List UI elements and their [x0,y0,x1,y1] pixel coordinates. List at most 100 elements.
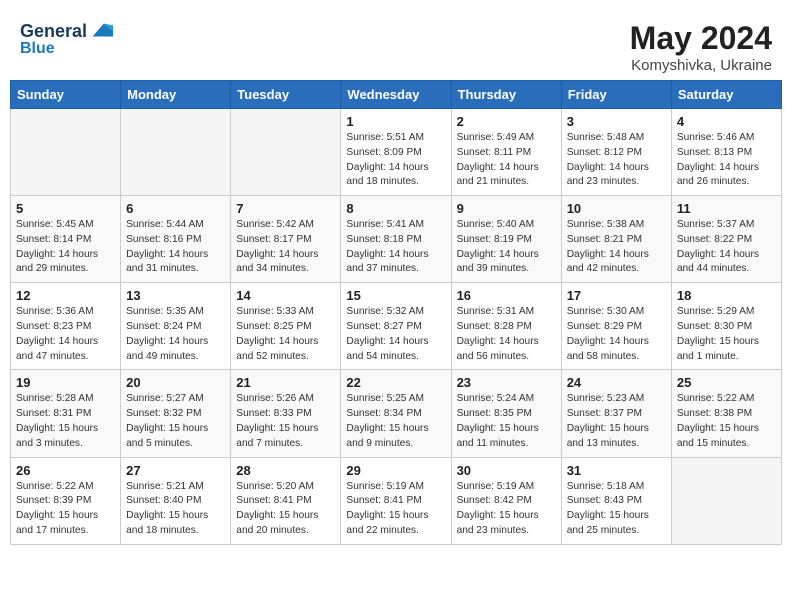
calendar-cell-w5-d4: 29Sunrise: 5:19 AM Sunset: 8:41 PM Dayli… [341,457,451,544]
calendar-cell-w5-d7 [671,457,781,544]
day-number: 19 [16,375,115,390]
calendar-cell-w4-d7: 25Sunrise: 5:22 AM Sunset: 8:38 PM Dayli… [671,370,781,457]
logo-icon [87,16,115,44]
day-info: Sunrise: 5:36 AM Sunset: 8:23 PM Dayligh… [16,305,115,364]
day-number: 9 [457,201,556,216]
day-number: 12 [16,288,115,303]
calendar-cell-w1-d7: 4Sunrise: 5:46 AM Sunset: 8:13 PM Daylig… [671,109,781,196]
day-info: Sunrise: 5:44 AM Sunset: 8:16 PM Dayligh… [126,218,225,277]
calendar-cell-w3-d5: 16 Sunrise: 5:31 AM Sunset: 8:28 PM Dayli… [451,283,561,370]
month-year-title: May 2024 [630,20,772,57]
day-number: 13 [126,288,225,303]
calendar-cell-w2-d5: 9 Sunrise: 5:40 AM Sunset: 8:19 PM Daylig… [451,196,561,283]
calendar-cell-w5-d5: 30 Sunrise: 5:19 AM Sunset: 8:42 PM Dayli… [451,457,561,544]
day-info: Sunrise: 5:40 AM Sunset: 8:19 PM Dayligh… [457,218,556,277]
calendar-cell-w4-d1: 19Sunrise: 5:28 AM Sunset: 8:31 PM Dayli… [11,370,121,457]
calendar-cell-w2-d3: 7Sunrise: 5:42 AM Sunset: 8:17 PM Daylig… [231,196,341,283]
day-number: 7 [236,201,335,216]
day-number: 15 [346,288,445,303]
day-number: 30 [457,463,556,478]
calendar-week-2: 5 Sunrise: 5:45 AM Sunset: 8:14 PM Daylig… [11,196,782,283]
day-info: Sunrise: 5:18 AM Sunset: 8:43 PM Dayligh… [567,480,666,539]
calendar-cell-w2-d7: 11Sunrise: 5:37 AM Sunset: 8:22 PM Dayli… [671,196,781,283]
day-info: Sunrise: 5:33 AM Sunset: 8:25 PM Dayligh… [236,305,335,364]
calendar-cell-w1-d1 [11,109,121,196]
day-info: Sunrise: 5:27 AM Sunset: 8:32 PM Dayligh… [126,392,225,451]
day-info: Sunrise: 5:22 AM Sunset: 8:38 PM Dayligh… [677,392,776,451]
logo-text-blue: Blue [20,40,55,58]
calendar-cell-w4-d3: 21 Sunrise: 5:26 AM Sunset: 8:33 PM Dayli… [231,370,341,457]
calendar-cell-w5-d3: 28 Sunrise: 5:20 AM Sunset: 8:41 PM Dayli… [231,457,341,544]
calendar-week-5: 26 Sunrise: 5:22 AM Sunset: 8:39 PM Dayli… [11,457,782,544]
calendar-header-row: Sunday Monday Tuesday Wednesday Thursday… [11,81,782,109]
day-info: Sunrise: 5:48 AM Sunset: 8:12 PM Dayligh… [567,131,666,190]
calendar-cell-w1-d6: 3 Sunrise: 5:48 AM Sunset: 8:12 PM Daylig… [561,109,671,196]
day-number: 4 [677,114,776,129]
header: General Blue May 2024 Komyshivka, Ukrain… [10,10,782,80]
day-number: 17 [567,288,666,303]
title-block: May 2024 Komyshivka, Ukraine [630,20,772,74]
day-number: 1 [346,114,445,129]
day-number: 18 [677,288,776,303]
day-info: Sunrise: 5:21 AM Sunset: 8:40 PM Dayligh… [126,480,225,539]
day-number: 3 [567,114,666,129]
day-info: Sunrise: 5:37 AM Sunset: 8:22 PM Dayligh… [677,218,776,277]
col-monday: Monday [121,81,231,109]
day-number: 27 [126,463,225,478]
calendar-cell-w3-d6: 17 Sunrise: 5:30 AM Sunset: 8:29 PM Dayli… [561,283,671,370]
day-info: Sunrise: 5:24 AM Sunset: 8:35 PM Dayligh… [457,392,556,451]
col-sunday: Sunday [11,81,121,109]
calendar-cell-w2-d4: 8 Sunrise: 5:41 AM Sunset: 8:18 PM Daylig… [341,196,451,283]
day-number: 6 [126,201,225,216]
day-info: Sunrise: 5:19 AM Sunset: 8:42 PM Dayligh… [457,480,556,539]
day-info: Sunrise: 5:22 AM Sunset: 8:39 PM Dayligh… [16,480,115,539]
day-info: Sunrise: 5:31 AM Sunset: 8:28 PM Dayligh… [457,305,556,364]
day-number: 26 [16,463,115,478]
day-info: Sunrise: 5:25 AM Sunset: 8:34 PM Dayligh… [346,392,445,451]
day-info: Sunrise: 5:38 AM Sunset: 8:21 PM Dayligh… [567,218,666,277]
col-friday: Friday [561,81,671,109]
calendar-week-1: 1 Sunrise: 5:51 AM Sunset: 8:09 PM Daylig… [11,109,782,196]
day-info: Sunrise: 5:30 AM Sunset: 8:29 PM Dayligh… [567,305,666,364]
calendar-cell-w5-d2: 27 Sunrise: 5:21 AM Sunset: 8:40 PM Dayli… [121,457,231,544]
calendar-table: Sunday Monday Tuesday Wednesday Thursday… [10,80,782,545]
calendar-cell-w3-d3: 14 Sunrise: 5:33 AM Sunset: 8:25 PM Dayli… [231,283,341,370]
calendar-cell-w2-d6: 10Sunrise: 5:38 AM Sunset: 8:21 PM Dayli… [561,196,671,283]
day-info: Sunrise: 5:26 AM Sunset: 8:33 PM Dayligh… [236,392,335,451]
calendar-cell-w2-d2: 6 Sunrise: 5:44 AM Sunset: 8:16 PM Daylig… [121,196,231,283]
day-info: Sunrise: 5:51 AM Sunset: 8:09 PM Dayligh… [346,131,445,190]
day-number: 28 [236,463,335,478]
logo-text-general: General [20,22,87,42]
day-number: 24 [567,375,666,390]
col-thursday: Thursday [451,81,561,109]
day-info: Sunrise: 5:35 AM Sunset: 8:24 PM Dayligh… [126,305,225,364]
calendar-cell-w5-d6: 31 Sunrise: 5:18 AM Sunset: 8:43 PM Dayli… [561,457,671,544]
day-number: 22 [346,375,445,390]
day-number: 23 [457,375,556,390]
day-number: 16 [457,288,556,303]
page-container: General Blue May 2024 Komyshivka, Ukrain… [10,10,782,545]
day-number: 31 [567,463,666,478]
day-info: Sunrise: 5:45 AM Sunset: 8:14 PM Dayligh… [16,218,115,277]
calendar-cell-w4-d6: 24Sunrise: 5:23 AM Sunset: 8:37 PM Dayli… [561,370,671,457]
day-info: Sunrise: 5:20 AM Sunset: 8:41 PM Dayligh… [236,480,335,539]
day-number: 14 [236,288,335,303]
day-number: 29 [346,463,445,478]
calendar-cell-w3-d7: 18Sunrise: 5:29 AM Sunset: 8:30 PM Dayli… [671,283,781,370]
day-number: 5 [16,201,115,216]
calendar-cell-w3-d4: 15 Sunrise: 5:32 AM Sunset: 8:27 PM Dayli… [341,283,451,370]
calendar-cell-w1-d3 [231,109,341,196]
day-number: 8 [346,201,445,216]
day-info: Sunrise: 5:41 AM Sunset: 8:18 PM Dayligh… [346,218,445,277]
day-number: 21 [236,375,335,390]
calendar-cell-w1-d5: 2Sunrise: 5:49 AM Sunset: 8:11 PM Daylig… [451,109,561,196]
col-saturday: Saturday [671,81,781,109]
calendar-cell-w4-d2: 20 Sunrise: 5:27 AM Sunset: 8:32 PM Dayli… [121,370,231,457]
day-info: Sunrise: 5:32 AM Sunset: 8:27 PM Dayligh… [346,305,445,364]
logo: General Blue [20,20,115,58]
calendar-cell-w3-d2: 13 Sunrise: 5:35 AM Sunset: 8:24 PM Dayli… [121,283,231,370]
day-number: 20 [126,375,225,390]
calendar-cell-w2-d1: 5 Sunrise: 5:45 AM Sunset: 8:14 PM Daylig… [11,196,121,283]
calendar-cell-w1-d2 [121,109,231,196]
calendar-week-3: 12 Sunrise: 5:36 AM Sunset: 8:23 PM Dayli… [11,283,782,370]
